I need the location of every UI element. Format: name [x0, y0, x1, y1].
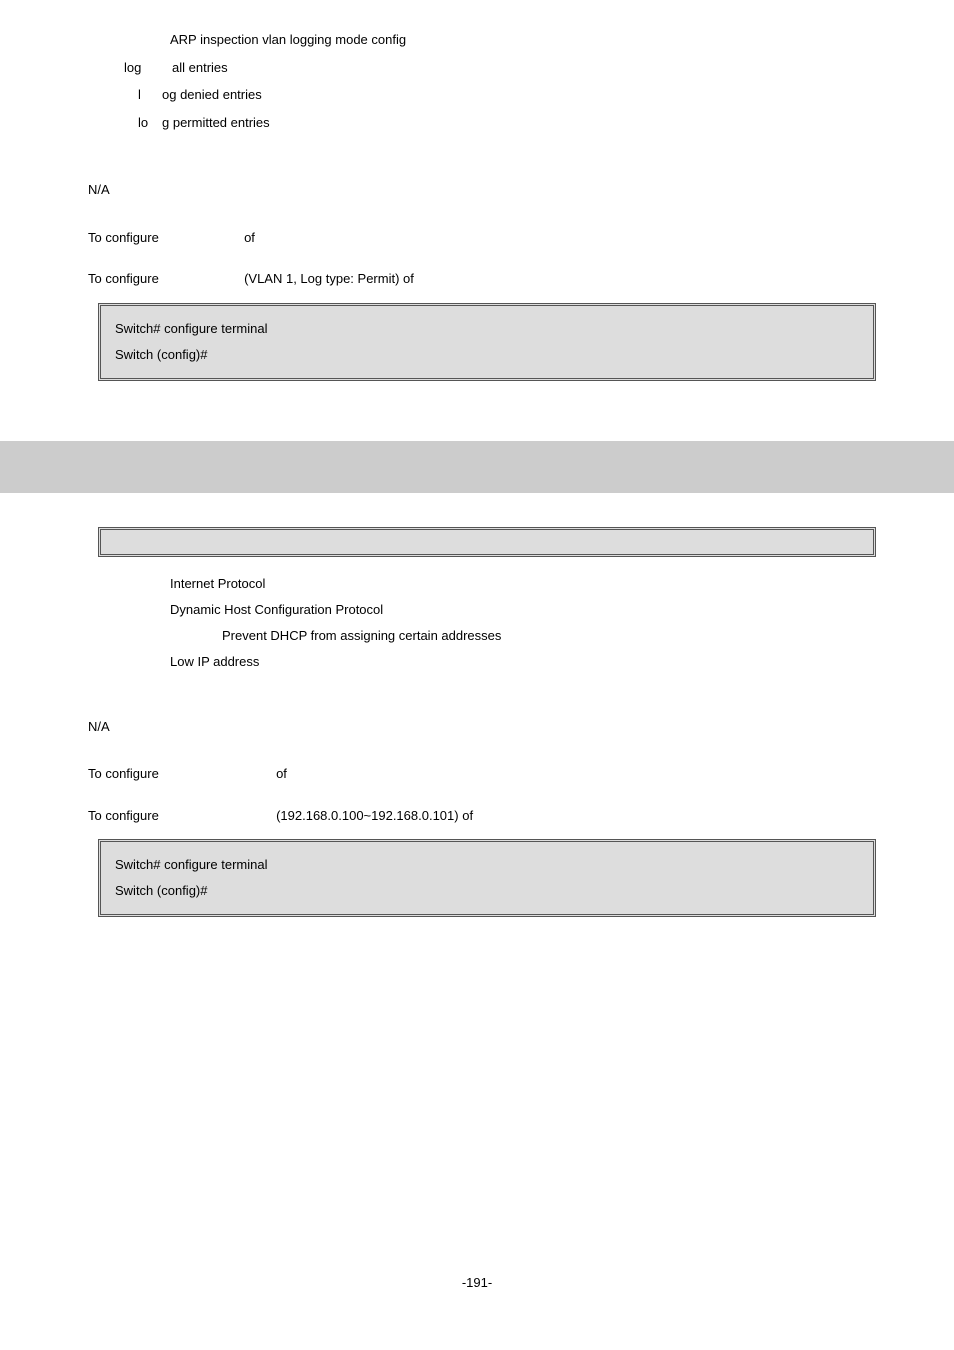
code-example-box: Switch# configure terminal Switch (confi…	[98, 839, 876, 917]
na-text: N/A	[88, 182, 110, 197]
na-text: N/A	[88, 719, 110, 734]
param-line: Internet Protocol	[170, 571, 866, 597]
usage-text: of	[244, 230, 255, 245]
usage-text: (VLAN 1, Log type: Permit) of	[244, 271, 414, 286]
param-sub-label: l	[138, 85, 162, 105]
usage-text: To configure	[88, 230, 159, 245]
param-line: Prevent DHCP from assigning certain addr…	[170, 623, 866, 649]
code-line: Switch (config)#	[115, 342, 859, 368]
param-sub-desc: g permitted entries	[162, 113, 270, 133]
usage-text: To configure	[88, 766, 159, 781]
page-number: -191-	[0, 1275, 954, 1290]
param-sub-desc: og denied entries	[162, 85, 262, 105]
param-line: Dynamic Host Configuration Protocol	[170, 597, 866, 623]
section-banner	[0, 441, 954, 493]
param-line: Low IP address	[170, 649, 866, 675]
usage-text: (192.168.0.100~192.168.0.101) of	[276, 808, 473, 823]
param-sub-label: log	[124, 58, 172, 78]
code-line: Switch# configure terminal	[115, 852, 859, 878]
syntax-box	[98, 527, 876, 557]
usage-text: To configure	[88, 271, 159, 286]
usage-text: of	[276, 766, 287, 781]
param-sub-label: lo	[138, 113, 162, 133]
param-sub-desc: all entries	[172, 58, 228, 78]
code-example-box: Switch# configure terminal Switch (confi…	[98, 303, 876, 381]
code-line: Switch# configure terminal	[115, 316, 859, 342]
usage-text: To configure	[88, 808, 159, 823]
code-line: Switch (config)#	[115, 878, 859, 904]
param-desc: ARP inspection vlan logging mode config	[170, 32, 406, 47]
